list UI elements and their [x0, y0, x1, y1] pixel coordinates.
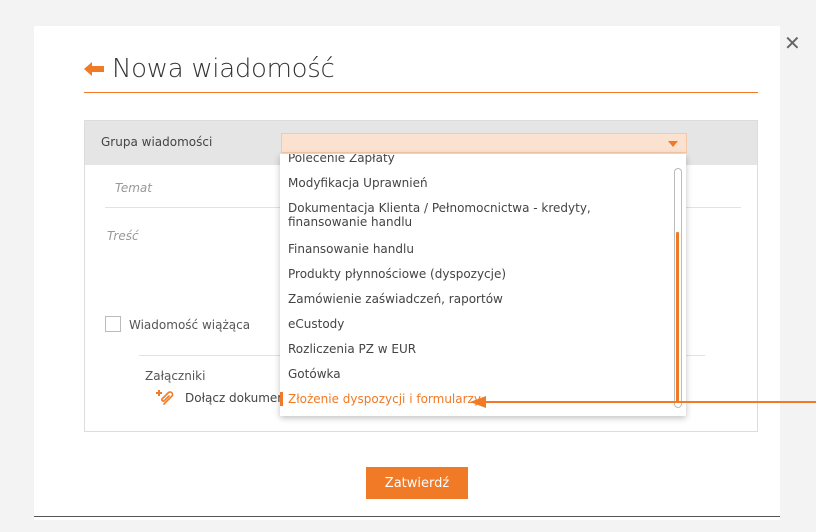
attach-document-link[interactable]: Dołącz dokument	[155, 389, 290, 407]
page-title: Nowa wiadomość	[112, 54, 335, 84]
submit-button[interactable]: Zatwierdź	[366, 467, 468, 499]
list-item[interactable]: Dokumentacja Klienta / Pełnomocnictwa - …	[288, 201, 658, 229]
close-icon[interactable]: ✕	[784, 32, 801, 54]
paperclip-plus-icon[interactable]	[155, 389, 177, 407]
attachments-label: Załączniki	[145, 369, 206, 383]
attach-document-label[interactable]: Dołącz dokument	[185, 391, 290, 405]
list-item[interactable]: Rozliczenia PZ w EUR	[288, 342, 658, 356]
highlight-marker	[280, 392, 283, 406]
list-item[interactable]: Modyfikacja Uprawnień	[288, 176, 658, 190]
binding-checkbox[interactable]	[105, 316, 121, 332]
group-label: Grupa wiadomości	[101, 135, 213, 149]
list-item[interactable]: Gotówka	[288, 367, 658, 381]
header-divider	[84, 92, 758, 93]
annotation-arrow-icon	[470, 396, 816, 408]
list-item[interactable]: Polecenie Zapłaty	[288, 154, 658, 165]
list-item[interactable]: Produkty płynnościowe (dyspozycje)	[288, 267, 658, 281]
list-item[interactable]: eCustody	[288, 317, 658, 331]
group-dropdown-list[interactable]: Polecenie Zapłaty Modyfikacja Uprawnień …	[280, 154, 686, 416]
body-field[interactable]: Treść	[107, 229, 139, 243]
dialog-bottom-border	[34, 516, 780, 517]
back-arrow-icon[interactable]	[84, 62, 104, 76]
list-item[interactable]: Finansowanie handlu	[288, 242, 658, 256]
dropdown-scrollbar-thumb[interactable]	[676, 232, 679, 402]
group-select[interactable]	[281, 133, 687, 153]
list-item[interactable]: Zamówienie zaświadczeń, raportów	[288, 292, 658, 306]
subject-field[interactable]: Temat	[115, 181, 152, 195]
dialog-header: Nowa wiadomość	[84, 52, 335, 86]
chevron-down-icon[interactable]	[668, 141, 678, 147]
binding-checkbox-label[interactable]: Wiadomość wiążąca	[129, 318, 250, 332]
